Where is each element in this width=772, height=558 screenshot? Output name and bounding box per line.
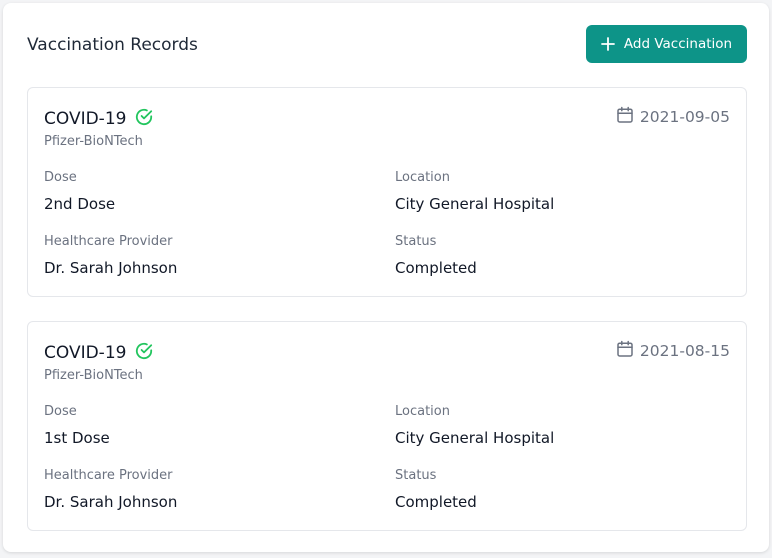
plus-icon: [601, 37, 615, 51]
location-value: City General Hospital: [395, 429, 555, 447]
location-value: City General Hospital: [395, 195, 555, 213]
provider-label: Healthcare Provider: [44, 468, 173, 483]
manufacturer: Pfizer-BioNTech: [44, 134, 143, 149]
status-label: Status: [395, 468, 437, 483]
location-label: Location: [395, 404, 450, 419]
record-date: 2021-08-15: [616, 340, 730, 362]
calendar-icon: [616, 340, 634, 362]
calendar-icon: [616, 106, 634, 128]
page-title: Vaccination Records: [27, 35, 198, 55]
vaccination-records-panel: Vaccination Records Add Vaccination COVI…: [3, 3, 769, 552]
record-header: COVID-19: [44, 341, 154, 365]
dose-value: 2nd Dose: [44, 195, 116, 213]
record-date: 2021-09-05: [616, 106, 730, 128]
provider-value: Dr. Sarah Johnson: [44, 493, 178, 511]
location-label: Location: [395, 170, 450, 185]
provider-value: Dr. Sarah Johnson: [44, 259, 178, 277]
status-label: Status: [395, 234, 437, 249]
add-vaccination-label: Add Vaccination: [623, 36, 733, 52]
status-value: Completed: [395, 493, 477, 511]
vaccination-record-card[interactable]: COVID-19 Pfizer-BioNTech 2021-09-05 Dose…: [27, 87, 747, 297]
check-circle-icon: [134, 341, 154, 365]
manufacturer: Pfizer-BioNTech: [44, 368, 143, 383]
date-text: 2021-08-15: [639, 342, 730, 360]
vaccination-record-card[interactable]: COVID-19 Pfizer-BioNTech 2021-08-15 Dose…: [27, 321, 747, 531]
status-value: Completed: [395, 259, 477, 277]
vaccine-name: COVID-19: [44, 343, 127, 363]
check-circle-icon: [134, 107, 154, 131]
record-header: COVID-19: [44, 107, 154, 131]
add-vaccination-button[interactable]: Add Vaccination: [586, 25, 747, 63]
vaccine-name: COVID-19: [44, 109, 127, 129]
dose-label: Dose: [44, 170, 77, 185]
provider-label: Healthcare Provider: [44, 234, 173, 249]
date-text: 2021-09-05: [639, 108, 730, 126]
dose-value: 1st Dose: [44, 429, 110, 447]
dose-label: Dose: [44, 404, 77, 419]
